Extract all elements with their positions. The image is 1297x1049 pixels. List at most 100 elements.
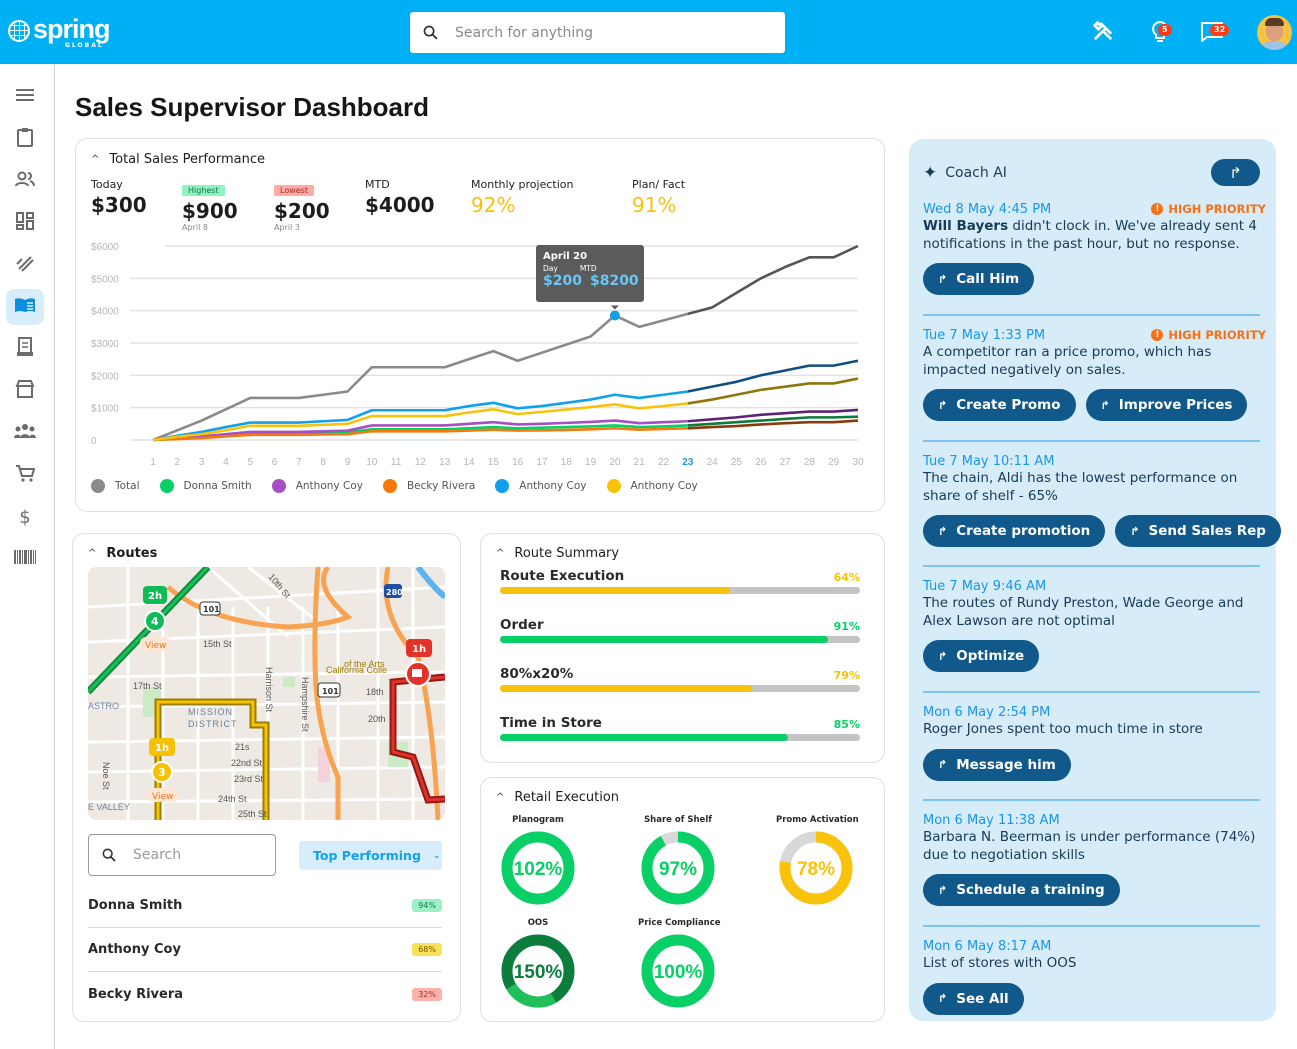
sales-line-chart[interactable]: 0$1000$2000$3000$4000$5000$60001 2 3 4 5 6 7 8 9… [80, 236, 870, 476]
svg-text:MISSION: MISSION [188, 707, 233, 717]
forward-arrow-icon: ↱ [1130, 524, 1140, 538]
coach-note: Mon 6 May 8:17 AM List of stores with OOS… [923, 939, 1263, 1015]
collapse-caret-icon[interactable]: ^ [496, 548, 504, 559]
x-tick-label: 7 [296, 457, 302, 468]
see-all-button[interactable]: ↱ See All [923, 982, 1024, 1015]
sidebar-item-cart[interactable] [6, 457, 44, 493]
sidebar-item-dollar[interactable]: $ [6, 499, 44, 535]
legend-item[interactable]: Anthony Coy [606, 479, 698, 493]
note-divider [923, 925, 1260, 927]
notifications-badge: 5 [1158, 24, 1172, 36]
chevron-down-icon: ⌄ [432, 850, 441, 861]
total-sales-header[interactable]: ^ Total Sales Performance [91, 152, 265, 167]
send-sales-rep-button[interactable]: ↱ Send Sales Rep [1115, 515, 1281, 547]
legend-item[interactable]: Total [91, 479, 140, 493]
rep-row[interactable]: Becky Rivera 32% [88, 972, 442, 1016]
kpi-monthly-projection: Monthly projection 92% [471, 178, 574, 217]
optimize-button[interactable]: ↱ Optimize [923, 640, 1040, 672]
legend-item[interactable]: Becky Rivera [382, 479, 475, 493]
coach-note: Wed 8 May 4:45 PM! HIGH PRIORITY Will Baye… [923, 202, 1266, 295]
donut-planogram[interactable]: Planogram 102% [498, 815, 578, 906]
schedule-a-training-button[interactable]: ↱ Schedule a training [923, 874, 1120, 906]
svg-text:21s: 21s [235, 742, 250, 752]
legend-label: Anthony Coy [295, 480, 363, 492]
create-promo-button[interactable]: ↱ Create Promo [923, 389, 1076, 421]
x-tick-label: 30 [852, 457, 864, 468]
x-tick-label: 22 [658, 457, 670, 468]
legend-item[interactable]: Anthony Coy [495, 479, 587, 493]
x-tick-label: 13 [439, 457, 451, 468]
svg-text:of the Arts: of the Arts [344, 659, 385, 669]
users-icon [15, 171, 35, 192]
note-timestamp: Mon 6 May 11:38 AM [923, 813, 1060, 828]
sidebar-item-receipt[interactable] [6, 331, 44, 367]
chart-legend: Total Donna Smith Anthony Coy Becky Rivera A… [91, 479, 718, 493]
message-him-button[interactable]: ↱ Message him [923, 748, 1071, 781]
note-text: Will Bayers didn't clock in. We've alrea… [923, 218, 1257, 252]
section-title: Retail Execution [514, 790, 620, 805]
rep-name: Anthony Coy [88, 942, 181, 957]
routes-map[interactable]: 15th St 17th St MISSION DISTRICT Californi… [88, 567, 445, 820]
legend-label: Anthony Coy [630, 480, 698, 492]
rep-row[interactable]: Donna Smith 94% [88, 884, 442, 928]
coach-note: Tue 7 May 10:11 AM The chain, Aldi has th… [923, 454, 1281, 547]
sidebar-item-team[interactable] [6, 415, 44, 451]
sidebar-item-store[interactable] [6, 373, 44, 409]
tools-icon[interactable] [1092, 20, 1114, 47]
global-search-input[interactable]: Search for anything [410, 12, 785, 53]
legend-item[interactable]: Donna Smith [159, 479, 252, 493]
y-tick-label: $5000 [91, 274, 119, 285]
routes-header[interactable]: ^ Routes [88, 546, 157, 561]
collapse-caret-icon[interactable]: ^ [91, 154, 99, 165]
rep-row[interactable]: Anthony Coy 68% [88, 928, 442, 972]
open-coach-button[interactable]: ↱ [1211, 159, 1260, 186]
svg-text:101: 101 [322, 687, 339, 696]
user-avatar[interactable] [1257, 15, 1292, 50]
donut-label: Promo Activation [776, 815, 859, 825]
donut-promo-activation[interactable]: Promo Activation 78% [776, 815, 859, 906]
collapse-caret-icon[interactable]: ^ [88, 548, 96, 559]
top-performing-dropdown[interactable]: Top Performing ⌄ [299, 841, 442, 870]
x-tick-label: 2 [175, 457, 181, 468]
top-bar: spring GLOBAL Search for anything 5 32 [0, 0, 1297, 64]
donut-share-of-shelf[interactable]: Share of Shelf 97% [638, 815, 718, 906]
route-summary-header[interactable]: ^ Route Summary [496, 546, 619, 561]
note-divider [923, 314, 1260, 316]
forward-arrow-icon: ↱ [938, 758, 948, 771]
rep-search-input[interactable]: Search [88, 834, 276, 876]
donut-oos[interactable]: OOS 150% [498, 918, 578, 1009]
sidebar-item-dashboard[interactable] [6, 205, 44, 241]
note-text: Barbara N. Beerman is under performance … [923, 829, 1256, 863]
legend-item[interactable]: Anthony Coy [271, 479, 363, 493]
improve-prices-button[interactable]: ↱ Improve Prices [1085, 389, 1248, 421]
page-title: Sales Supervisor Dashboard [75, 92, 430, 122]
call-him-button[interactable]: ↱ Call Him [923, 263, 1035, 295]
summary-label: 80%x20% [500, 666, 574, 682]
sidebar-item-barcode[interactable] [6, 541, 44, 577]
progress-track [500, 636, 860, 643]
sidebar-item-users[interactable] [6, 163, 44, 199]
donut-price-compliance[interactable]: Price Compliance 100% [638, 918, 721, 1009]
sidebar-item-edit[interactable] [6, 247, 44, 283]
summary-label: Order [500, 617, 544, 633]
high-priority-badge: ! HIGH PRIORITY [1151, 328, 1266, 342]
logo-text: spring [33, 14, 111, 44]
search-placeholder: Search for anything [455, 24, 593, 41]
x-tick-label: 1 [150, 457, 156, 468]
sidebar-item-clipboard[interactable] [6, 121, 44, 157]
legend-label: Total [115, 480, 140, 492]
x-tick-label: 20 [609, 457, 621, 468]
retail-execution-header[interactable]: ^ Retail Execution [496, 790, 619, 805]
high-priority-badge: ! HIGH PRIORITY [1151, 202, 1266, 216]
collapse-caret-icon[interactable]: ^ [496, 792, 504, 803]
svg-text:1h: 1h [412, 644, 426, 655]
search-icon [102, 848, 116, 862]
sidebar-item-book[interactable] [6, 289, 44, 325]
spring-global-logo[interactable]: spring GLOBAL [8, 14, 111, 49]
create-promotion-button[interactable]: ↱ Create promotion [923, 515, 1106, 547]
summary-label: Route Execution [500, 568, 625, 584]
sidebar-item-menu[interactable] [6, 79, 44, 115]
forward-arrow-icon: ↱ [938, 883, 948, 897]
svg-text:24th St: 24th St [218, 794, 247, 804]
tooltip-point[interactable] [609, 310, 620, 321]
